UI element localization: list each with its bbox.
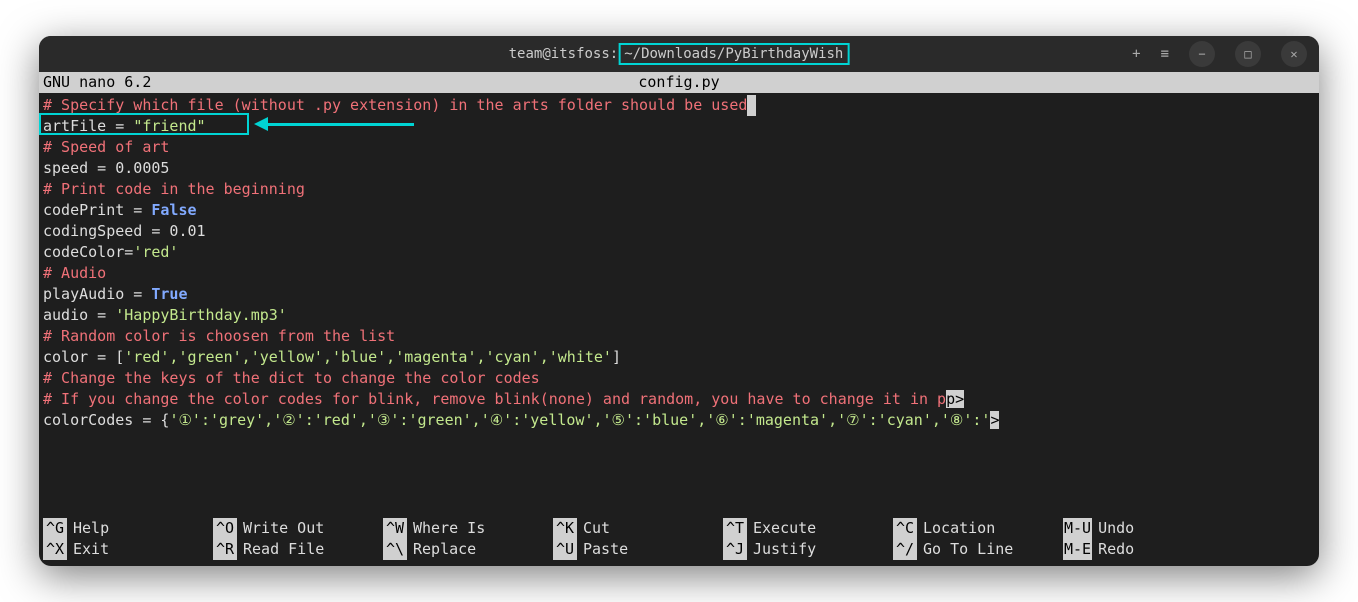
shortcut-exit: ^XExit xyxy=(43,539,213,560)
nano-shortcuts: ^GHelp ^OWrite Out ^WWhere Is ^KCut ^TEx… xyxy=(39,516,1319,566)
editor-area[interactable]: # Specify which file (without .py extens… xyxy=(39,93,1319,516)
code-bool: False xyxy=(151,201,196,219)
shortcut-redo: M-ERedo xyxy=(1063,539,1233,560)
line-overflow-indicator: > xyxy=(990,411,999,429)
shortcut-paste: ^UPaste xyxy=(553,539,723,560)
code-comment: # Print code in the beginning xyxy=(43,180,305,198)
code-string: 'HappyBirthday.mp3' xyxy=(115,306,287,324)
code-punc: ] xyxy=(612,348,621,366)
nano-filename: config.py xyxy=(243,72,1115,93)
titlebar[interactable]: team@itsfoss: ~/Downloads/PyBirthdayWish… xyxy=(39,36,1319,72)
code-var: audio = xyxy=(43,306,115,324)
code-comment: # Speed of art xyxy=(43,138,169,156)
new-tab-icon[interactable]: + xyxy=(1132,46,1140,62)
code-comment: # Change the keys of the dict to change … xyxy=(43,369,540,387)
shortcut-execute: ^TExecute xyxy=(723,518,893,539)
code-var: codePrint = xyxy=(43,201,151,219)
code-var: codeColor= xyxy=(43,243,133,261)
code-comment: # If you change the color codes for blin… xyxy=(43,390,946,408)
shortcut-replace: ^\Replace xyxy=(383,539,553,560)
code-comment: # Random color is choosen from the list xyxy=(43,327,395,345)
code-line: codingSpeed = 0.01 xyxy=(43,222,206,240)
shortcut-undo: M-UUndo xyxy=(1063,518,1233,539)
code-string: 'red' xyxy=(133,243,178,261)
code-string: "friend" xyxy=(133,117,205,135)
title-path: ~/Downloads/PyBirthdayWish xyxy=(618,43,849,65)
code-line: speed = 0.0005 xyxy=(43,159,169,177)
menu-icon[interactable]: ≡ xyxy=(1161,46,1169,62)
shortcut-whereis: ^WWhere Is xyxy=(383,518,553,539)
code-var: color = [ xyxy=(43,348,124,366)
shortcut-readfile: ^RRead File xyxy=(213,539,383,560)
code-string: 'red','green','yellow','blue','magenta',… xyxy=(124,348,612,366)
shortcut-location: ^CLocation xyxy=(893,518,1063,539)
window-title: team@itsfoss: ~/Downloads/PyBirthdayWish xyxy=(509,43,850,65)
shortcut-writeout: ^OWrite Out xyxy=(213,518,383,539)
code-var: playAudio = xyxy=(43,285,151,303)
shortcut-help: ^GHelp xyxy=(43,518,213,539)
nano-header: GNU nano 6.2 config.py xyxy=(39,72,1319,93)
code-comment: # Audio xyxy=(43,264,106,282)
shortcut-cut: ^KCut xyxy=(553,518,723,539)
code-string: '①':'grey','②':'red','③':'green','④':'ye… xyxy=(169,411,990,429)
shortcut-justify: ^JJustify xyxy=(723,539,893,560)
code-comment: # Specify which file (without .py extens… xyxy=(43,96,747,114)
cursor xyxy=(747,95,756,116)
code-var: colorCodes = { xyxy=(43,411,169,429)
shortcut-row: ^XExit ^RRead File ^\Replace ^UPaste ^JJ… xyxy=(43,539,1315,560)
title-prefix: team@itsfoss: xyxy=(509,46,619,62)
shortcut-row: ^GHelp ^OWrite Out ^WWhere Is ^KCut ^TEx… xyxy=(43,518,1315,539)
shortcut-gotoline: ^/Go To Line xyxy=(893,539,1063,560)
nano-version: GNU nano 6.2 xyxy=(43,72,243,93)
minimize-button[interactable]: − xyxy=(1189,41,1215,67)
code-var: artFile = xyxy=(43,117,133,135)
maximize-button[interactable]: □ xyxy=(1235,41,1261,67)
terminal-window: team@itsfoss: ~/Downloads/PyBirthdayWish… xyxy=(39,36,1319,566)
close-button[interactable]: ✕ xyxy=(1281,41,1307,67)
line-overflow-indicator: p> xyxy=(946,390,964,408)
code-bool: True xyxy=(151,285,187,303)
